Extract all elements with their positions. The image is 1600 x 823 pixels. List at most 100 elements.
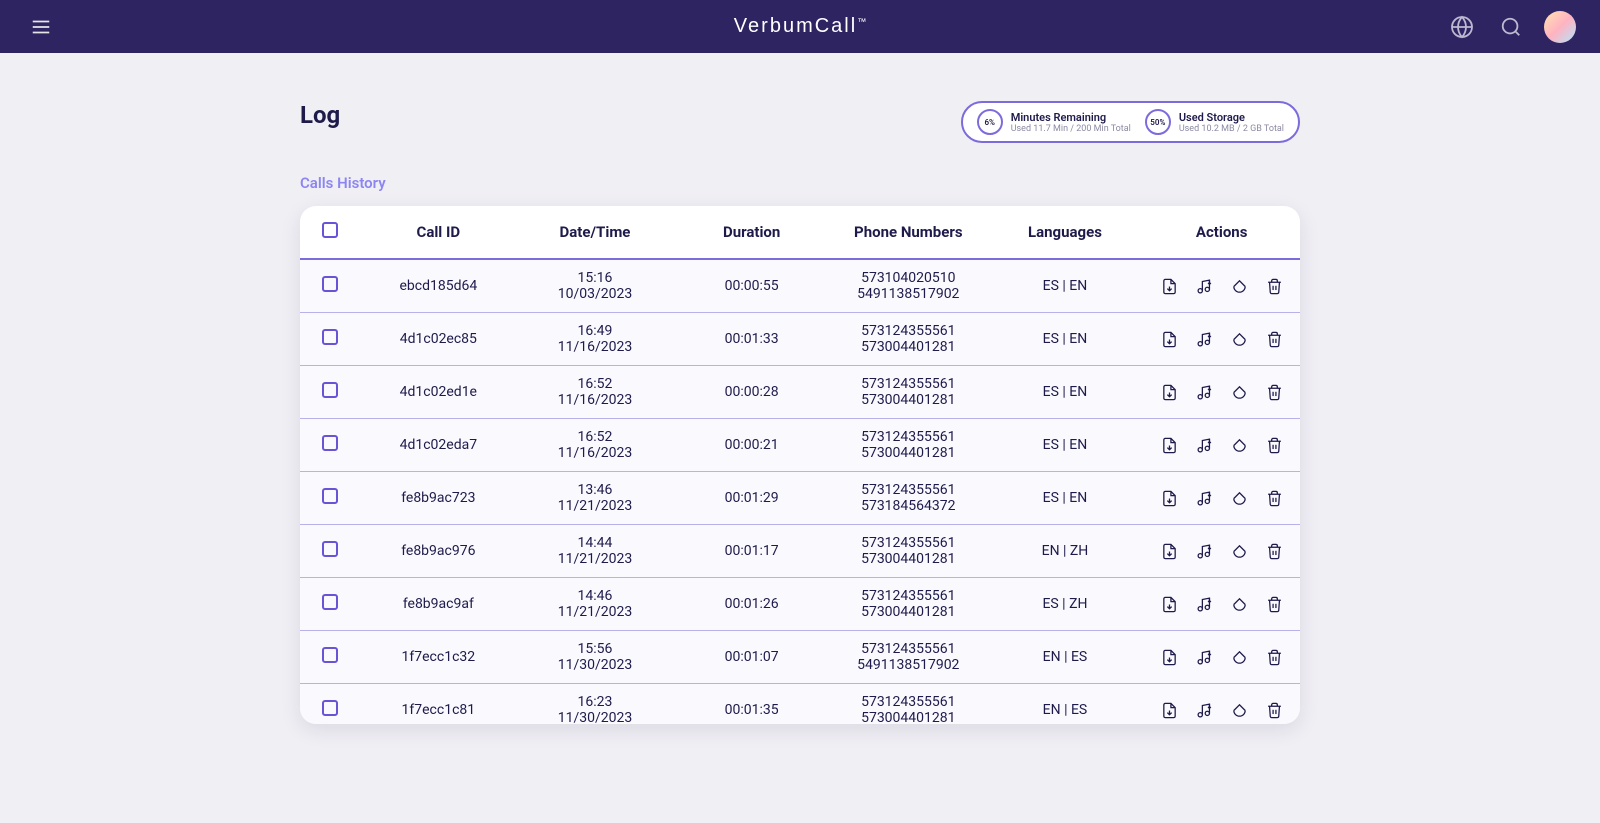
- trash-icon: [1266, 278, 1283, 295]
- delete-button[interactable]: [1264, 488, 1285, 509]
- download-audio-button[interactable]: [1194, 382, 1215, 403]
- row-checkbox[interactable]: [322, 488, 338, 504]
- row-checkbox[interactable]: [322, 276, 338, 292]
- share-button[interactable]: [1229, 276, 1250, 297]
- cell-phone2: 5491138517902: [836, 286, 981, 302]
- share-button[interactable]: [1229, 594, 1250, 615]
- cell-phone2: 573004401281: [836, 339, 981, 355]
- cell-call-id: fe8b9ac723: [360, 472, 517, 525]
- row-checkbox[interactable]: [322, 329, 338, 345]
- minutes-title: Minutes Remaining: [1011, 111, 1131, 124]
- download-audio-button[interactable]: [1194, 541, 1215, 562]
- row-checkbox[interactable]: [322, 594, 338, 610]
- cell-call-id: 4d1c02ec85: [360, 313, 517, 366]
- tab-calls-history[interactable]: Calls History: [300, 174, 386, 192]
- download-audio-button[interactable]: [1194, 276, 1215, 297]
- cell-date-time: 16:23 11/30/2023: [517, 684, 674, 725]
- delete-button[interactable]: [1264, 541, 1285, 562]
- file-download-icon: [1161, 596, 1178, 613]
- cell-time: 16:52: [523, 376, 668, 392]
- table-scroll[interactable]: Call ID Date/Time Duration Phone Numbers…: [300, 206, 1300, 724]
- share-button[interactable]: [1229, 488, 1250, 509]
- download-text-button[interactable]: [1159, 700, 1180, 721]
- delete-button[interactable]: [1264, 382, 1285, 403]
- cell-duration: 00:00:28: [673, 366, 830, 419]
- music-download-icon: [1196, 278, 1213, 295]
- row-checkbox[interactable]: [322, 382, 338, 398]
- cell-phones: 573124355561 573004401281: [830, 684, 987, 725]
- cell-languages: EN | ES: [987, 684, 1144, 725]
- file-download-icon: [1161, 649, 1178, 666]
- cell-phones: 573124355561 573004401281: [830, 419, 987, 472]
- download-audio-button[interactable]: [1194, 329, 1215, 350]
- cell-phone1: 573124355561: [836, 694, 981, 710]
- delete-button[interactable]: [1264, 647, 1285, 668]
- cell-duration: 00:01:26: [673, 578, 830, 631]
- share-button[interactable]: [1229, 647, 1250, 668]
- share-button[interactable]: [1229, 329, 1250, 350]
- delete-button[interactable]: [1264, 594, 1285, 615]
- menu-button[interactable]: [24, 10, 58, 44]
- table-header-row: Call ID Date/Time Duration Phone Numbers…: [300, 206, 1300, 259]
- cell-duration: 00:01:07: [673, 631, 830, 684]
- row-checkbox[interactable]: [322, 700, 338, 716]
- download-text-button[interactable]: [1159, 382, 1180, 403]
- cell-date: 11/21/2023: [523, 604, 668, 620]
- download-text-button[interactable]: [1159, 435, 1180, 456]
- download-text-button[interactable]: [1159, 276, 1180, 297]
- cell-phones: 573124355561 573004401281: [830, 313, 987, 366]
- col-header-phone-numbers: Phone Numbers: [830, 206, 987, 259]
- col-header-date-time: Date/Time: [517, 206, 674, 259]
- cell-actions: [1143, 259, 1300, 313]
- cell-phone2: 5491138517902: [836, 657, 981, 673]
- download-text-button[interactable]: [1159, 541, 1180, 562]
- row-checkbox[interactable]: [322, 435, 338, 451]
- search-button[interactable]: [1496, 12, 1526, 42]
- page-top-row: Log 6% Minutes Remaining Used 11.7 Min /…: [300, 101, 1300, 143]
- download-audio-button[interactable]: [1194, 435, 1215, 456]
- file-download-icon: [1161, 331, 1178, 348]
- delete-button[interactable]: [1264, 700, 1285, 721]
- trash-icon: [1266, 543, 1283, 560]
- cell-date: 11/30/2023: [523, 710, 668, 724]
- download-audio-button[interactable]: [1194, 700, 1215, 721]
- share-button[interactable]: [1229, 382, 1250, 403]
- trash-icon: [1266, 331, 1283, 348]
- row-checkbox[interactable]: [322, 541, 338, 557]
- cell-date: 11/21/2023: [523, 551, 668, 567]
- cell-actions: [1143, 313, 1300, 366]
- download-audio-button[interactable]: [1194, 647, 1215, 668]
- cell-languages: EN | ES: [987, 631, 1144, 684]
- download-text-button[interactable]: [1159, 488, 1180, 509]
- music-download-icon: [1196, 649, 1213, 666]
- row-checkbox[interactable]: [322, 647, 338, 663]
- share-button[interactable]: [1229, 435, 1250, 456]
- user-avatar[interactable]: [1544, 11, 1576, 43]
- download-text-button[interactable]: [1159, 594, 1180, 615]
- share-button[interactable]: [1229, 541, 1250, 562]
- cell-date: 11/21/2023: [523, 498, 668, 514]
- minutes-text: Minutes Remaining Used 11.7 Min / 200 Mi…: [1011, 111, 1131, 134]
- delete-button[interactable]: [1264, 435, 1285, 456]
- download-text-button[interactable]: [1159, 329, 1180, 350]
- table-row: 4d1c02eda7 16:52 11/16/2023 00:00:21 573…: [300, 419, 1300, 472]
- delete-button[interactable]: [1264, 329, 1285, 350]
- language-button[interactable]: [1446, 11, 1478, 43]
- share-button[interactable]: [1229, 700, 1250, 721]
- table-row: fe8b9ac9af 14:46 11/21/2023 00:01:26 573…: [300, 578, 1300, 631]
- share-icon: [1231, 596, 1248, 613]
- file-download-icon: [1161, 384, 1178, 401]
- delete-button[interactable]: [1264, 276, 1285, 297]
- download-text-button[interactable]: [1159, 647, 1180, 668]
- download-audio-button[interactable]: [1194, 488, 1215, 509]
- cell-phone2: 573004401281: [836, 551, 981, 567]
- file-download-icon: [1161, 702, 1178, 719]
- download-audio-button[interactable]: [1194, 594, 1215, 615]
- select-all-checkbox[interactable]: [322, 222, 338, 238]
- cell-date: 10/03/2023: [523, 286, 668, 302]
- storage-text: Used Storage Used 10.2 MB / 2 GB Total: [1179, 111, 1284, 134]
- share-icon: [1231, 278, 1248, 295]
- app-logo: VerbumCall™: [734, 15, 866, 38]
- cell-time: 13:46: [523, 482, 668, 498]
- cell-date-time: 16:52 11/16/2023: [517, 419, 674, 472]
